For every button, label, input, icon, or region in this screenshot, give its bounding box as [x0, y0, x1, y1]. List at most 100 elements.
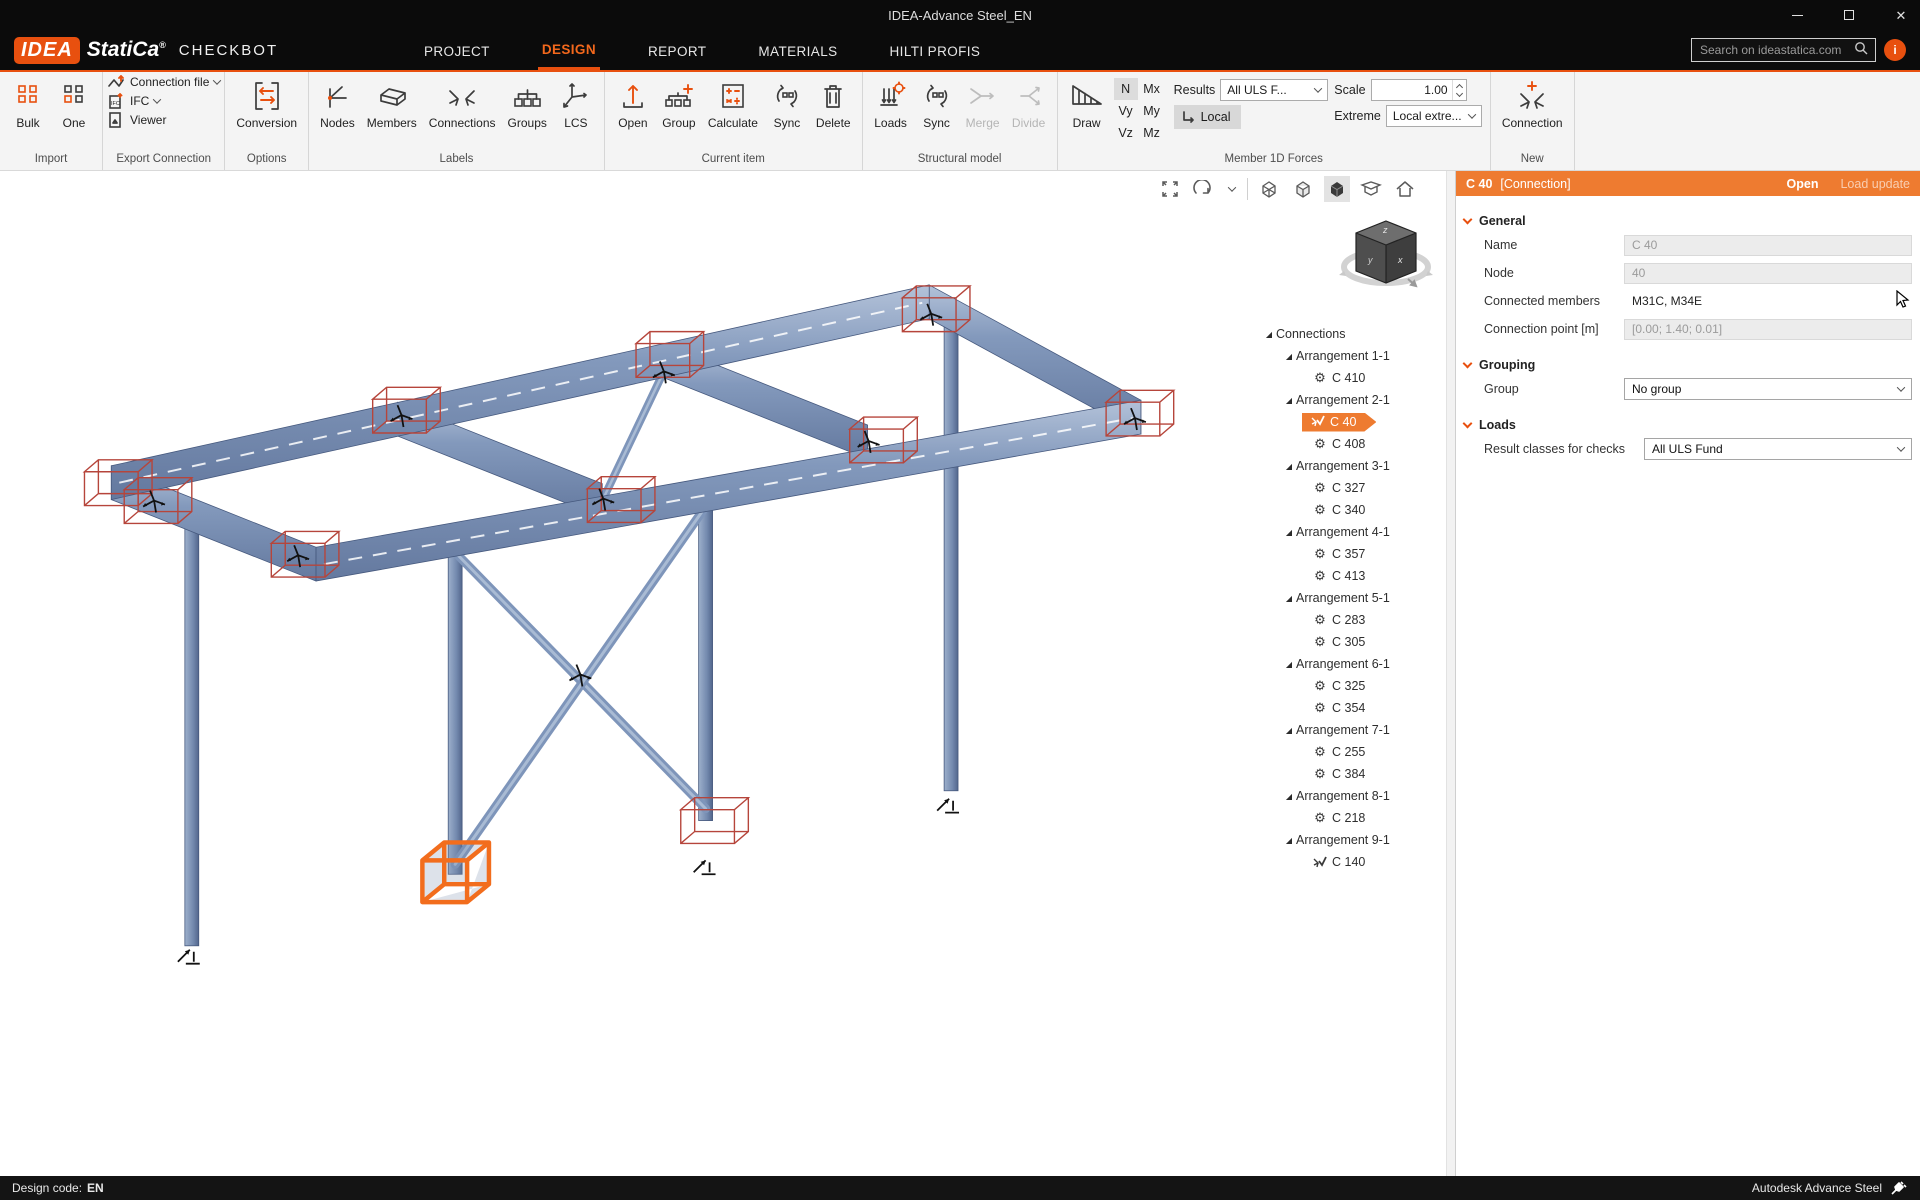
connections-button[interactable]: Connections	[424, 76, 501, 132]
spinner-arrows-icon[interactable]	[1452, 80, 1466, 100]
members-button[interactable]: Members	[362, 76, 422, 132]
divide-button[interactable]: Divide	[1007, 76, 1051, 132]
model-viewport[interactable]: x y z ◢Connections◢Arrangement 1-1⚙C 410…	[0, 171, 1446, 1176]
ifc-dropdown[interactable]: IFC IFC	[107, 93, 160, 109]
tree-connection-item[interactable]: ⚙C 255	[1250, 741, 1442, 763]
tree-connection-item[interactable]: ⚙C 327	[1250, 477, 1442, 499]
orbit-button[interactable]	[1191, 176, 1217, 202]
draw-button[interactable]: Draw	[1064, 76, 1110, 132]
navigation-cube[interactable]: x y z	[1338, 213, 1434, 300]
fit-view-button[interactable]	[1157, 176, 1183, 202]
tab-design[interactable]: DESIGN	[538, 30, 600, 71]
conversion-button[interactable]: Conversion	[231, 76, 302, 132]
tree-connection-item[interactable]: ⚙C 218	[1250, 807, 1442, 829]
force-toggle-n[interactable]: N	[1114, 78, 1138, 100]
info-button[interactable]: i	[1884, 39, 1906, 61]
tree-arrangement[interactable]: ◢Arrangement 4-1	[1250, 521, 1442, 543]
orbit-dropdown[interactable]	[1225, 176, 1239, 202]
group-button[interactable]: Group	[657, 76, 701, 132]
expander-icon[interactable]: ◢	[1282, 594, 1296, 603]
tab-project[interactable]: PROJECT	[420, 32, 494, 69]
home-view-button[interactable]	[1392, 176, 1418, 202]
tree-arrangement[interactable]: ◢Arrangement 3-1	[1250, 455, 1442, 477]
calculate-button[interactable]: Calculate	[703, 76, 763, 132]
groups-button[interactable]: Groups	[503, 76, 552, 132]
sync-model-button[interactable]: Sync	[915, 76, 959, 132]
selected-connection-box[interactable]	[422, 842, 489, 902]
merge-button[interactable]: Merge	[961, 76, 1005, 132]
tree-connection-item[interactable]: ⚙C 340	[1250, 499, 1442, 521]
tree-connection-item[interactable]: ⚙C 413	[1250, 565, 1442, 587]
hidden-line-view-button[interactable]	[1290, 176, 1316, 202]
tree-connection-item[interactable]: ⚙C 325	[1250, 675, 1442, 697]
tree-connection-item[interactable]: ⚙C 410	[1250, 367, 1442, 389]
grouping-section-header[interactable]: Grouping	[1456, 358, 1920, 372]
tree-root-connections[interactable]: ◢Connections	[1250, 323, 1442, 345]
clip-view-button[interactable]	[1358, 176, 1384, 202]
tab-materials[interactable]: MATERIALS	[754, 32, 841, 69]
results-combo[interactable]: All ULS F...	[1220, 79, 1328, 101]
solid-view-button[interactable]	[1324, 176, 1350, 202]
tree-arrangement[interactable]: ◢Arrangement 2-1	[1250, 389, 1442, 411]
tree-connection-item[interactable]: ⚙C 357	[1250, 543, 1442, 565]
expander-icon[interactable]: ◢	[1282, 462, 1296, 471]
load-update-button[interactable]: Load update	[1840, 177, 1910, 191]
wireframe-view-button[interactable]	[1256, 176, 1282, 202]
force-toggle-mx[interactable]: Mx	[1138, 78, 1166, 100]
tree-arrangement[interactable]: ◢Arrangement 5-1	[1250, 587, 1442, 609]
tree-arrangement[interactable]: ◢Arrangement 7-1	[1250, 719, 1442, 741]
force-toggle-mz[interactable]: Mz	[1138, 122, 1166, 144]
expander-icon[interactable]: ◢	[1262, 330, 1276, 339]
viewport-scrollbar[interactable]	[1446, 171, 1455, 1176]
close-button[interactable]: ✕	[1890, 4, 1912, 26]
new-connection-button[interactable]: Connection	[1497, 76, 1568, 132]
expander-icon[interactable]: ◢	[1282, 836, 1296, 845]
local-toggle[interactable]: Local	[1174, 105, 1241, 129]
delete-button[interactable]: Delete	[811, 76, 856, 132]
maximize-button[interactable]	[1838, 4, 1860, 26]
connection-file-dropdown[interactable]: Connection file	[107, 74, 220, 90]
one-button[interactable]: One	[52, 76, 96, 132]
expander-icon[interactable]: ◢	[1282, 352, 1296, 361]
expander-icon[interactable]: ◢	[1282, 792, 1296, 801]
tree-connection-item[interactable]: ⚙C 354	[1250, 697, 1442, 719]
search-icon[interactable]	[1854, 41, 1868, 60]
force-toggle-my[interactable]: My	[1138, 100, 1166, 122]
expander-icon[interactable]: ◢	[1282, 726, 1296, 735]
tree-connection-item[interactable]: ⚙C 305	[1250, 631, 1442, 653]
nodes-button[interactable]: Nodes	[315, 76, 360, 132]
general-section-header[interactable]: General	[1456, 214, 1920, 228]
group-combo[interactable]: No group	[1624, 378, 1912, 400]
open-connection-button[interactable]: Open	[1787, 177, 1819, 191]
tree-arrangement[interactable]: ◢Arrangement 6-1	[1250, 653, 1442, 675]
bulk-button[interactable]: Bulk	[6, 76, 50, 132]
search-input[interactable]	[1691, 38, 1876, 62]
force-toggle-vy[interactable]: Vy	[1114, 100, 1138, 122]
expander-icon[interactable]: ◢	[1282, 396, 1296, 405]
tree-connection-item[interactable]: ⚙C 384	[1250, 763, 1442, 785]
minimize-button[interactable]	[1786, 4, 1808, 26]
expander-icon[interactable]: ◢	[1282, 660, 1296, 669]
tree-arrangement[interactable]: ◢Arrangement 9-1	[1250, 829, 1442, 851]
tree-connection-item[interactable]: C 40	[1250, 411, 1442, 433]
force-toggle-vz[interactable]: Vz	[1114, 122, 1138, 144]
lcs-button[interactable]: LCS	[554, 76, 598, 132]
extreme-combo[interactable]: Local extre...	[1386, 105, 1482, 127]
window-title: IDEA-Advance Steel_EN	[0, 8, 1920, 23]
open-button[interactable]: Open	[611, 76, 655, 132]
tab-hilti-profis[interactable]: HILTI PROFIS	[886, 32, 985, 69]
tab-report[interactable]: REPORT	[644, 32, 710, 69]
tree-arrangement[interactable]: ◢Arrangement 8-1	[1250, 785, 1442, 807]
tree-connection-item[interactable]: C 140	[1250, 851, 1442, 873]
loads-section-header[interactable]: Loads	[1456, 418, 1920, 432]
expander-icon[interactable]: ◢	[1282, 528, 1296, 537]
viewer-button[interactable]: Viewer	[107, 112, 166, 128]
sync-button[interactable]: Sync	[765, 76, 809, 132]
tree-connection-item[interactable]: ⚙C 283	[1250, 609, 1442, 631]
tree-arrangement[interactable]: ◢Arrangement 1-1	[1250, 345, 1442, 367]
result-classes-combo[interactable]: All ULS Fund	[1644, 438, 1912, 460]
model-canvas[interactable]	[0, 171, 1446, 1176]
tree-connection-item[interactable]: ⚙C 408	[1250, 433, 1442, 455]
loads-button[interactable]: Loads	[869, 76, 913, 132]
scale-spinner[interactable]: 1.00	[1371, 79, 1467, 101]
